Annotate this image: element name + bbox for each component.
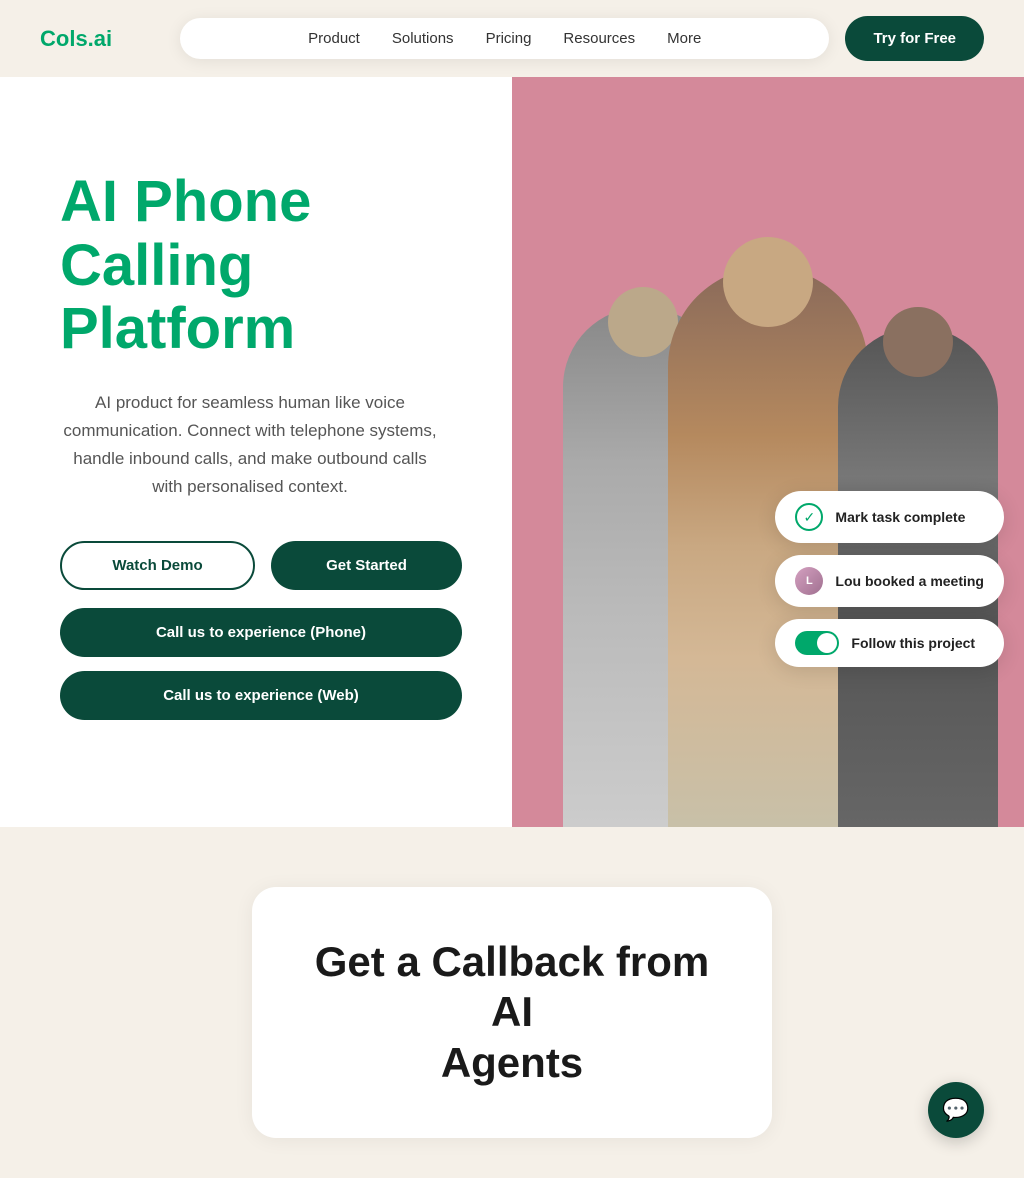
check-icon: ✓ bbox=[795, 503, 823, 531]
face-center bbox=[723, 237, 813, 327]
call-web-button[interactable]: Call us to experience (Web) bbox=[60, 671, 462, 720]
follow-toggle[interactable] bbox=[795, 631, 839, 655]
navbar: Cols.ai Product Solutions Pricing Resour… bbox=[0, 0, 1024, 77]
hero-right: ✓ Mark task complete L Lou booked a meet… bbox=[512, 77, 1024, 827]
nav-more[interactable]: More bbox=[667, 30, 701, 47]
hero-image bbox=[512, 77, 1024, 827]
logo: Cols.ai bbox=[40, 26, 180, 52]
callback-title: Get a Callback from AI Agents bbox=[312, 937, 712, 1088]
get-started-button[interactable]: Get Started bbox=[271, 541, 462, 590]
call-phone-button[interactable]: Call us to experience (Phone) bbox=[60, 608, 462, 657]
hero-description: AI product for seamless human like voice… bbox=[60, 389, 440, 501]
nav-resources[interactable]: Resources bbox=[563, 30, 635, 47]
nav-pricing[interactable]: Pricing bbox=[486, 30, 532, 47]
nav-pill: Product Solutions Pricing Resources More bbox=[180, 18, 829, 59]
watch-demo-button[interactable]: Watch Demo bbox=[60, 541, 255, 590]
callback-card: Get a Callback from AI Agents bbox=[252, 887, 772, 1138]
meeting-booked-card: L Lou booked a meeting bbox=[775, 555, 1004, 607]
nav-product[interactable]: Product bbox=[308, 30, 360, 47]
follow-label: Follow this project bbox=[851, 635, 975, 651]
task-complete-label: Mark task complete bbox=[835, 509, 965, 525]
try-free-button[interactable]: Try for Free bbox=[845, 16, 984, 61]
hero-section: AI Phone Calling Platform AI product for… bbox=[0, 77, 1024, 827]
hero-left: AI Phone Calling Platform AI product for… bbox=[0, 77, 512, 827]
hero-title: AI Phone Calling Platform bbox=[60, 170, 462, 361]
lou-avatar: L bbox=[795, 567, 823, 595]
meeting-text: Lou booked a meeting bbox=[835, 573, 984, 589]
bottom-section: Get a Callback from AI Agents 💬 bbox=[0, 827, 1024, 1178]
floating-cards: ✓ Mark task complete L Lou booked a meet… bbox=[775, 491, 1004, 667]
face-right bbox=[883, 307, 953, 377]
hero-primary-buttons: Watch Demo Get Started bbox=[60, 541, 462, 590]
task-complete-card: ✓ Mark task complete bbox=[775, 491, 1004, 543]
chat-fab-button[interactable]: 💬 bbox=[928, 1082, 984, 1138]
chat-icon: 💬 bbox=[942, 1097, 969, 1123]
face-left bbox=[608, 287, 678, 357]
nav-solutions[interactable]: Solutions bbox=[392, 30, 454, 47]
follow-project-card: Follow this project bbox=[775, 619, 1004, 667]
